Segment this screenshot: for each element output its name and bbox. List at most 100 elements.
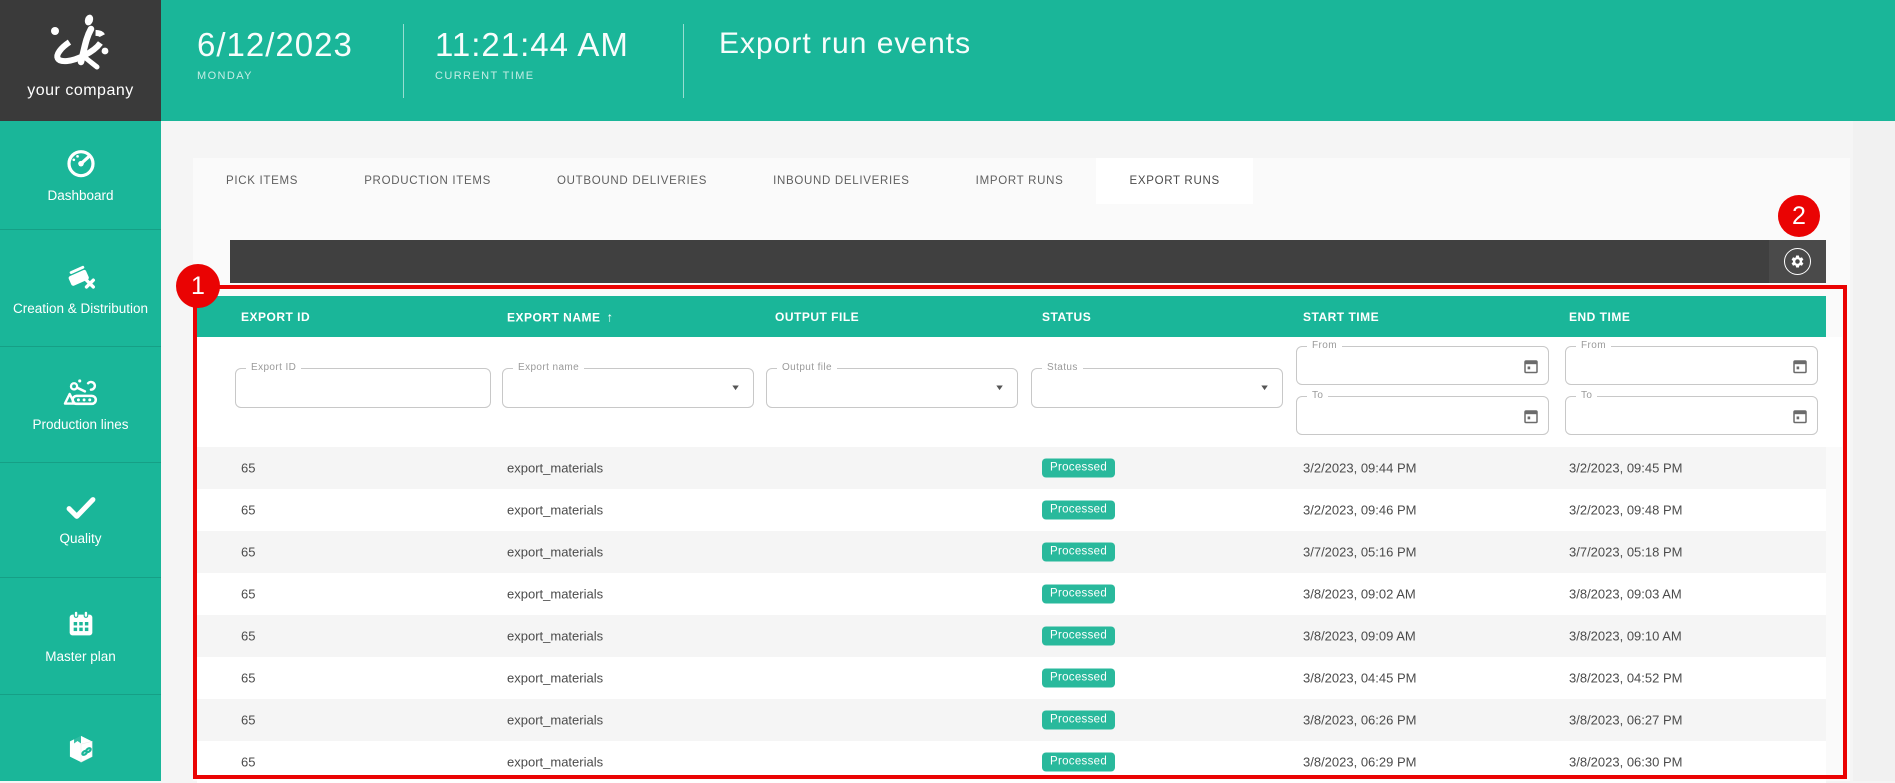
sidebar-item-label: Creation & Distribution bbox=[7, 301, 154, 317]
chevron-down-icon[interactable]: ▼ bbox=[1259, 384, 1270, 393]
sidebar-item-creation-distribution[interactable]: Creation & Distribution bbox=[0, 230, 161, 347]
sidebar-item-dashboard[interactable]: Dashboard bbox=[0, 121, 161, 230]
current-time-label: CURRENT TIME bbox=[435, 70, 629, 82]
column-header-export-name[interactable]: EXPORT NAME↑ bbox=[507, 309, 614, 324]
end-from-input[interactable] bbox=[1576, 351, 1752, 381]
start-from-input[interactable] bbox=[1307, 351, 1483, 381]
status-badge: Processed bbox=[1042, 669, 1115, 688]
filter-output-file[interactable]: Output file ▼ bbox=[766, 368, 1018, 408]
cell-export-name: export_materials bbox=[507, 587, 603, 602]
gauge-icon bbox=[65, 147, 97, 179]
sidebar: your company Dashboard Creation & Distri… bbox=[0, 0, 161, 781]
filter-end-time-from[interactable]: From bbox=[1565, 346, 1818, 385]
table-row[interactable]: 65 export_materials Processed 3/2/2023, … bbox=[197, 447, 1826, 489]
cell-export-name: export_materials bbox=[507, 713, 603, 728]
cell-export-id: 65 bbox=[241, 713, 255, 728]
filter-export-id[interactable]: Export ID bbox=[235, 368, 491, 408]
status-badge: Processed bbox=[1042, 543, 1115, 562]
cell-end-time: 3/8/2023, 06:30 PM bbox=[1569, 755, 1682, 770]
table-row[interactable]: 65 export_materials Processed 3/8/2023, … bbox=[197, 615, 1826, 657]
column-header-start-time[interactable]: START TIME bbox=[1303, 310, 1379, 324]
sidebar-item-label: Quality bbox=[53, 531, 107, 547]
cell-export-name: export_materials bbox=[507, 671, 603, 686]
start-to-input[interactable] bbox=[1307, 401, 1483, 431]
filter-export-name[interactable]: Export name ▼ bbox=[502, 368, 754, 408]
header-divider bbox=[683, 24, 684, 98]
column-header-status[interactable]: STATUS bbox=[1042, 310, 1091, 324]
table-row[interactable]: 65 export_materials Processed 3/2/2023, … bbox=[197, 489, 1826, 531]
column-header-end-time[interactable]: END TIME bbox=[1569, 310, 1630, 324]
calendar-picker-icon[interactable] bbox=[1793, 408, 1807, 423]
current-date: 6/12/2023 bbox=[197, 26, 353, 64]
filter-end-time-to[interactable]: To bbox=[1565, 396, 1818, 435]
sidebar-item-label: Master plan bbox=[39, 649, 122, 665]
sidebar-nav: Dashboard Creation & Distribution bbox=[0, 121, 161, 781]
tab-pick-items[interactable]: PICK ITEMS bbox=[193, 158, 331, 204]
tab-import-runs[interactable]: IMPORT RUNS bbox=[943, 158, 1097, 204]
tab-outbound-deliveries[interactable]: OUTBOUND DELIVERIES bbox=[524, 158, 740, 204]
package-icon bbox=[63, 731, 99, 767]
table-body: 65 export_materials Processed 3/2/2023, … bbox=[197, 447, 1826, 783]
column-header-export-name-label: EXPORT NAME bbox=[507, 310, 601, 324]
table-row[interactable]: 65 export_materials Processed 3/8/2023, … bbox=[197, 657, 1826, 699]
cell-status: Processed bbox=[1042, 627, 1115, 646]
status-badge: Processed bbox=[1042, 627, 1115, 646]
export-id-input[interactable] bbox=[246, 373, 424, 403]
sidebar-item-partial[interactable] bbox=[0, 695, 161, 781]
cell-status: Processed bbox=[1042, 669, 1115, 688]
chevron-down-icon[interactable]: ▼ bbox=[730, 384, 741, 393]
cell-end-time: 3/8/2023, 09:10 AM bbox=[1569, 629, 1682, 644]
calendar-picker-icon[interactable] bbox=[1524, 408, 1538, 423]
sidebar-item-quality[interactable]: Quality bbox=[0, 463, 161, 578]
cell-export-id: 65 bbox=[241, 587, 255, 602]
cell-end-time: 3/2/2023, 09:45 PM bbox=[1569, 461, 1682, 476]
conveyor-icon bbox=[63, 376, 99, 408]
sidebar-item-master-plan[interactable]: Master plan bbox=[0, 578, 161, 695]
company-logo[interactable]: your company bbox=[0, 0, 161, 121]
cell-status: Processed bbox=[1042, 543, 1115, 562]
right-gutter bbox=[1853, 121, 1895, 781]
tab-bar: PICK ITEMS PRODUCTION ITEMS OUTBOUND DEL… bbox=[193, 158, 1253, 204]
column-header-output-file[interactable]: OUTPUT FILE bbox=[775, 310, 859, 324]
table-header: EXPORT ID EXPORT NAME↑ OUTPUT FILE STATU… bbox=[197, 296, 1826, 337]
filter-end-to-label: To bbox=[1576, 390, 1597, 401]
cell-start-time: 3/8/2023, 09:02 AM bbox=[1303, 587, 1416, 602]
calendar-picker-icon[interactable] bbox=[1524, 358, 1538, 373]
filter-start-time-to[interactable]: To bbox=[1296, 396, 1549, 435]
cell-start-time: 3/2/2023, 09:46 PM bbox=[1303, 503, 1416, 518]
chevron-down-icon[interactable]: ▼ bbox=[994, 384, 1005, 393]
sidebar-item-production-lines[interactable]: Production lines bbox=[0, 347, 161, 463]
gear-icon bbox=[1790, 254, 1805, 269]
table-row[interactable]: 65 export_materials Processed 3/8/2023, … bbox=[197, 699, 1826, 741]
calendar-picker-icon[interactable] bbox=[1793, 358, 1807, 373]
cell-export-name: export_materials bbox=[507, 629, 603, 644]
table-row[interactable]: 65 export_materials Processed 3/7/2023, … bbox=[197, 531, 1826, 573]
tab-export-runs[interactable]: EXPORT RUNS bbox=[1096, 158, 1252, 204]
cell-start-time: 3/8/2023, 04:45 PM bbox=[1303, 671, 1416, 686]
column-header-export-id[interactable]: EXPORT ID bbox=[241, 310, 310, 324]
status-input[interactable] bbox=[1042, 373, 1217, 403]
cell-export-id: 65 bbox=[241, 461, 255, 476]
annotation-marker-1: 1 bbox=[176, 264, 220, 308]
filter-status[interactable]: Status ▼ bbox=[1031, 368, 1283, 408]
status-badge: Processed bbox=[1042, 501, 1115, 520]
table-row[interactable]: 65 export_materials Processed 3/8/2023, … bbox=[197, 741, 1826, 783]
filter-export-name-label: Export name bbox=[513, 362, 584, 373]
cell-start-time: 3/2/2023, 09:44 PM bbox=[1303, 461, 1416, 476]
annotation-marker-2: 2 bbox=[1778, 195, 1820, 237]
settings-button[interactable] bbox=[1769, 240, 1826, 283]
cell-status: Processed bbox=[1042, 753, 1115, 772]
export-name-input[interactable] bbox=[513, 373, 688, 403]
cell-start-time: 3/7/2023, 05:16 PM bbox=[1303, 545, 1416, 560]
cell-export-id: 65 bbox=[241, 671, 255, 686]
current-date-label: MONDAY bbox=[197, 70, 353, 82]
tab-inbound-deliveries[interactable]: INBOUND DELIVERIES bbox=[740, 158, 943, 204]
current-time: 11:21:44 AM bbox=[435, 26, 629, 64]
logo-figure-icon bbox=[42, 8, 120, 80]
filter-start-time-from[interactable]: From bbox=[1296, 346, 1549, 385]
end-to-input[interactable] bbox=[1576, 401, 1752, 431]
tab-production-items[interactable]: PRODUCTION ITEMS bbox=[331, 158, 524, 204]
output-file-input[interactable] bbox=[777, 373, 952, 403]
cell-start-time: 3/8/2023, 06:29 PM bbox=[1303, 755, 1416, 770]
table-row[interactable]: 65 export_materials Processed 3/8/2023, … bbox=[197, 573, 1826, 615]
